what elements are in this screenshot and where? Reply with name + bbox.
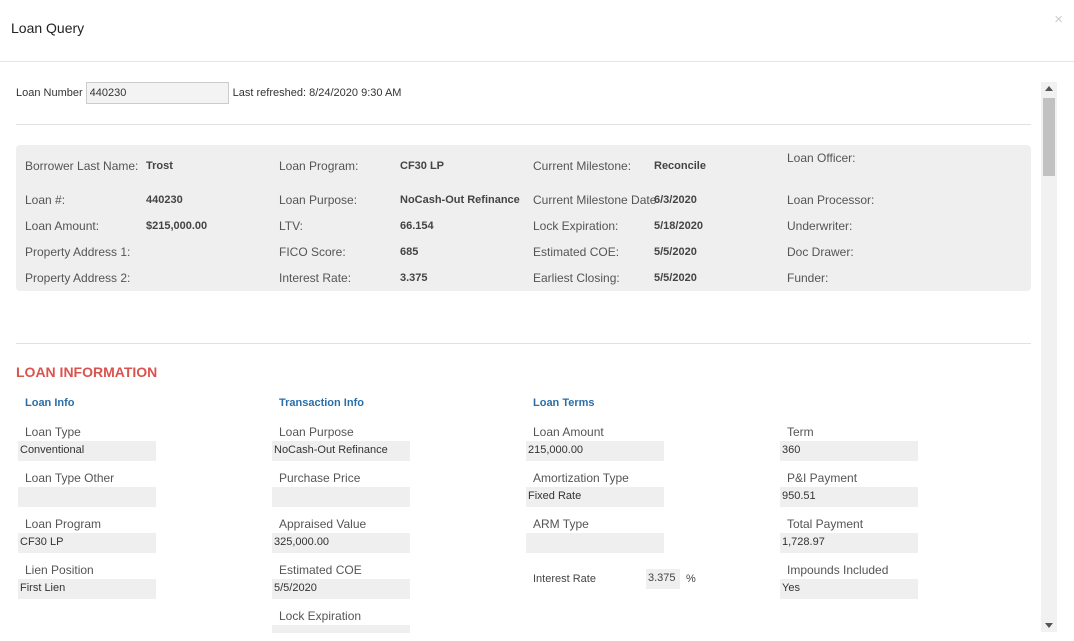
loan-type-other-field[interactable] [18,487,156,507]
modal-title: Loan Query [11,20,85,36]
earliest-closing-value: 5/5/2020 [654,272,697,284]
loan-purpose-value: NoCash-Out Refinance [400,194,520,206]
borrower-last-name-label: Borrower Last Name: [25,159,139,173]
loan-information-title: LOAN INFORMATION [16,364,158,380]
scroll-up-icon[interactable] [1045,86,1053,91]
scroll-down-icon[interactable] [1045,623,1053,628]
loan-num-value: 440230 [146,194,183,206]
lien-position-field[interactable]: First Lien [18,579,156,599]
current-milestone-value: Reconcile [654,160,706,172]
loan-terms-heading: Loan Terms [533,397,595,409]
pi-payment-label: P&I Payment [787,471,858,485]
loan-amount-label: Loan Amount: [25,219,100,233]
ltv-label: LTV: [279,219,304,233]
term-label: Term [787,425,814,439]
loan-amount-label: Loan Amount [533,425,604,439]
modal-header: Loan Query × [0,0,1074,62]
loan-type-field[interactable]: Conventional [18,441,156,461]
pi-payment-field[interactable]: 950.51 [780,487,918,507]
current-milestone-label: Current Milestone: [533,159,632,173]
doc-drawer-label: Doc Drawer: [787,245,854,259]
loan-amount-field[interactable]: 215,000.00 [526,441,664,461]
loan-number-input[interactable] [85,82,229,104]
fico-score-value: 685 [400,246,419,258]
estimated-coe-value: 5/5/2020 [654,246,697,258]
borrower-last-name-value: Trost [146,160,173,172]
close-icon[interactable]: × [1054,12,1063,28]
loan-program-label: Loan Program: [279,159,359,173]
loan-type-other-label: Loan Type Other [25,471,115,485]
earliest-closing-label: Earliest Closing: [533,271,620,285]
loan-info-heading: Loan Info [25,397,75,409]
impounds-included-label: Impounds Included [787,563,889,577]
interest-rate-value: 3.375 [400,272,428,284]
total-payment-label: Total Payment [787,517,864,531]
loan-program-label: Loan Program [25,517,102,531]
divider [16,343,1031,344]
lock-expiration-label: Lock Expiration: [533,219,619,233]
impounds-included-field[interactable]: Yes [780,579,918,599]
interest-rate-label: Interest Rate: [279,271,352,285]
loan-number-label: Loan Number [16,87,83,99]
interest-rate-field[interactable]: 3.375 [646,569,680,589]
lock-expiration-value: 5/18/2020 [654,220,703,232]
estimated-coe-field[interactable]: 5/5/2020 [272,579,410,599]
arm-type-label: ARM Type [533,517,589,531]
total-payment-field[interactable]: 1,728.97 [780,533,918,553]
purchase-price-label: Purchase Price [279,471,361,485]
loan-summary-panel: Borrower Last Name: Trost Loan #: 440230… [16,145,1031,291]
loan-purpose-field[interactable]: NoCash-Out Refinance [272,441,410,461]
loan-purpose-label: Loan Purpose: [279,193,358,207]
estimated-coe-label: Estimated COE: [533,245,620,259]
transaction-info-heading: Transaction Info [279,397,364,409]
appraised-value-field[interactable]: 325,000.00 [272,533,410,553]
loan-search-row: Loan Number Last refreshed: 8/24/2020 9:… [16,82,401,104]
loan-program-value: CF30 LP [400,160,445,172]
loan-processor-label: Loan Processor: [787,193,875,207]
loan-purpose-label: Loan Purpose [279,425,354,439]
modal-body: Loan Number Last refreshed: 8/24/2020 9:… [0,63,1040,641]
lock-expiration-label: Lock Expiration [279,609,362,623]
loan-type-label: Loan Type [25,425,81,439]
loan-amount-value: $215,000.00 [146,220,208,232]
last-refreshed-text: Last refreshed: 8/24/2020 9:30 AM [232,87,402,99]
divider [16,124,1031,125]
property-address-2-label: Property Address 2: [25,271,131,285]
purchase-price-field[interactable] [272,487,410,507]
vertical-scrollbar[interactable] [1041,82,1057,632]
current-milestone-date-label: Current Milestone Date [533,193,657,207]
property-address-1-label: Property Address 1: [25,245,131,259]
amortization-type-field[interactable]: Fixed Rate [526,487,664,507]
scroll-thumb[interactable] [1043,98,1055,176]
ltv-value: 66.154 [400,220,434,232]
loan-program-field[interactable]: CF30 LP [18,533,156,553]
estimated-coe-label: Estimated COE [279,563,362,577]
term-field[interactable]: 360 [780,441,918,461]
underwriter-label: Underwriter: [787,219,853,233]
loan-num-label: Loan #: [25,193,66,207]
current-milestone-date-value: 6/3/2020 [654,194,697,206]
loan-officer-label: Loan Officer: [787,151,856,165]
fico-score-label: FICO Score: [279,245,346,259]
amortization-type-label: Amortization Type [533,471,629,485]
interest-rate-label: Interest Rate [533,573,596,585]
percent-unit: % [686,573,696,585]
appraised-value-label: Appraised Value [279,517,367,531]
lock-expiration-field[interactable] [272,625,410,633]
arm-type-field[interactable] [526,533,664,553]
lien-position-label: Lien Position [25,563,94,577]
funder-label: Funder: [787,271,829,285]
